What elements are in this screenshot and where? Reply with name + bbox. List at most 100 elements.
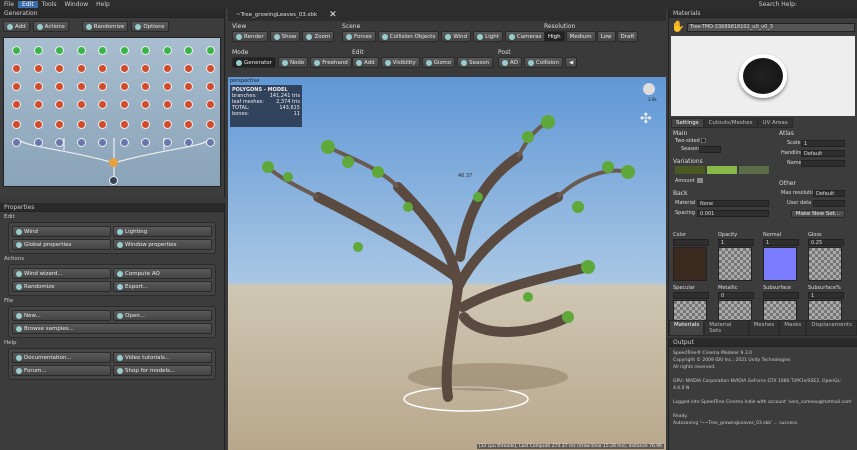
menu-edit[interactable]: Edit xyxy=(18,1,38,8)
spacing-field[interactable]: 0.001 xyxy=(697,210,769,217)
map-thumbnail[interactable] xyxy=(673,247,707,281)
generator-node[interactable] xyxy=(119,120,129,129)
actions-button[interactable]: Actions xyxy=(32,21,69,32)
map-slot[interactable]: Opacity 1 xyxy=(718,232,763,281)
generator-node[interactable] xyxy=(184,46,193,55)
document-tab[interactable]: ~Tree_growingLeaves_03.sbk xyxy=(228,12,325,18)
tab-materials[interactable]: Materials xyxy=(669,320,705,336)
generator-node[interactable] xyxy=(55,120,64,129)
map-slot[interactable]: Gloss 0.25 xyxy=(808,232,853,281)
generator-node[interactable] xyxy=(205,64,215,73)
generator-node[interactable] xyxy=(141,100,150,109)
generator-node[interactable] xyxy=(33,64,43,73)
scene-wind-button[interactable]: Wind xyxy=(441,31,472,42)
map-value-field[interactable]: 1 xyxy=(808,292,844,299)
randomize-button[interactable]: Randomize xyxy=(81,21,129,32)
node-mode-button[interactable]: Node xyxy=(277,57,309,68)
back-arrow-button[interactable]: ◀ xyxy=(565,57,578,68)
show-button[interactable]: Show xyxy=(269,31,301,42)
generator-node[interactable] xyxy=(141,64,150,73)
generator-node[interactable] xyxy=(12,82,21,91)
ao-button[interactable]: AO xyxy=(498,57,522,68)
generator-node[interactable] xyxy=(184,120,193,129)
window-properties-button[interactable]: Window properties xyxy=(113,239,212,250)
generator-node[interactable] xyxy=(76,100,86,109)
video-tutorials-button[interactable]: Video tutorials... xyxy=(113,352,212,363)
options-button[interactable]: Options xyxy=(131,21,169,32)
generator-node[interactable] xyxy=(55,100,64,109)
tab-meshes[interactable]: Meshes xyxy=(748,320,780,336)
resolution-draft-button[interactable]: Draft xyxy=(616,31,639,42)
generator-node[interactable] xyxy=(76,82,86,91)
generator-node[interactable] xyxy=(119,138,129,147)
tab-material-sets[interactable]: Material Sets xyxy=(704,320,749,336)
compute-ao-button[interactable]: Compute AO xyxy=(113,268,212,279)
generator-node[interactable] xyxy=(33,120,43,129)
generator-node[interactable] xyxy=(33,46,43,55)
generator-node[interactable] xyxy=(33,82,43,91)
resolution-low-button[interactable]: Low xyxy=(596,31,616,42)
map-value-field[interactable]: 0 xyxy=(718,292,754,299)
map-value-field[interactable] xyxy=(673,239,709,246)
user-data-field[interactable] xyxy=(813,200,845,207)
generator-node[interactable] xyxy=(119,64,129,73)
tab-masks[interactable]: Masks xyxy=(779,320,807,336)
two-sided-checkbox[interactable] xyxy=(701,138,706,143)
forum-button[interactable]: Forum... xyxy=(12,365,111,376)
generator-node[interactable] xyxy=(184,82,193,91)
variation-swatch-1[interactable] xyxy=(675,166,705,174)
generator-node[interactable] xyxy=(205,82,215,91)
handling-dropdown[interactable]: Default xyxy=(801,150,845,157)
new-button[interactable]: New... xyxy=(12,310,111,321)
close-tab-icon[interactable]: ✕ xyxy=(329,10,337,20)
generator-node[interactable] xyxy=(184,138,193,147)
resolution-medium-button[interactable]: Medium xyxy=(565,31,596,42)
material-name-dropdown[interactable]: Tree-TMD-33689818102_u0_v0_3 xyxy=(687,22,855,32)
generator-node[interactable] xyxy=(98,82,107,91)
export-button[interactable]: Export... xyxy=(113,281,212,292)
light-button[interactable]: Light xyxy=(473,31,503,42)
map-thumbnail[interactable] xyxy=(808,247,842,281)
generator-node[interactable] xyxy=(55,46,64,55)
generation-node-graph[interactable] xyxy=(3,37,221,187)
generator-node[interactable] xyxy=(76,138,86,147)
generator-node[interactable] xyxy=(162,100,172,109)
generator-node[interactable] xyxy=(98,138,107,147)
generator-node[interactable] xyxy=(119,46,129,55)
map-value-field[interactable] xyxy=(673,292,709,299)
cameras-button[interactable]: Cameras xyxy=(504,31,546,42)
tab-settings[interactable]: Settings xyxy=(671,118,704,128)
trunk-node[interactable] xyxy=(109,158,118,167)
hand-icon[interactable]: ✋ xyxy=(671,20,685,34)
global-properties-button[interactable]: Global properties xyxy=(12,239,111,250)
season-button[interactable]: Season xyxy=(457,57,494,68)
generator-node[interactable] xyxy=(162,138,172,147)
menu-window[interactable]: Window xyxy=(60,1,92,8)
wind-wizard-button[interactable]: Wind wizard... xyxy=(12,268,111,279)
gizmo-button[interactable]: Gizmo xyxy=(421,57,456,68)
generator-node[interactable] xyxy=(55,82,64,91)
generator-node[interactable] xyxy=(184,100,193,109)
generator-node[interactable] xyxy=(98,46,107,55)
3d-viewport[interactable]: perspective POLYGONS - MODEL branches: 14… xyxy=(228,77,666,450)
generator-node[interactable] xyxy=(162,120,172,129)
back-material-dropdown[interactable]: None xyxy=(697,200,769,207)
generator-node[interactable] xyxy=(205,120,215,129)
generator-node[interactable] xyxy=(184,64,193,73)
map-slot[interactable]: Color xyxy=(673,232,718,281)
generator-node[interactable] xyxy=(205,46,215,55)
menu-help[interactable]: Help xyxy=(92,1,114,8)
generator-node[interactable] xyxy=(55,138,64,147)
tab-cutouts-meshes[interactable]: Cutouts/Meshes xyxy=(703,118,758,128)
post-collision-button[interactable]: Collision xyxy=(524,57,564,68)
max-resolution-dropdown[interactable]: Default xyxy=(813,190,845,197)
tab-uv-areas[interactable]: UV Areas xyxy=(757,118,793,128)
generator-node[interactable] xyxy=(141,138,150,147)
scale-field[interactable]: 1 xyxy=(801,140,845,147)
generator-node[interactable] xyxy=(33,138,43,147)
map-value-field[interactable]: 1 xyxy=(718,239,754,246)
tab-displacements[interactable]: Displacements xyxy=(806,320,857,336)
generator-node[interactable] xyxy=(141,46,150,55)
menu-file[interactable]: File xyxy=(0,1,18,8)
map-value-field[interactable] xyxy=(763,292,799,299)
